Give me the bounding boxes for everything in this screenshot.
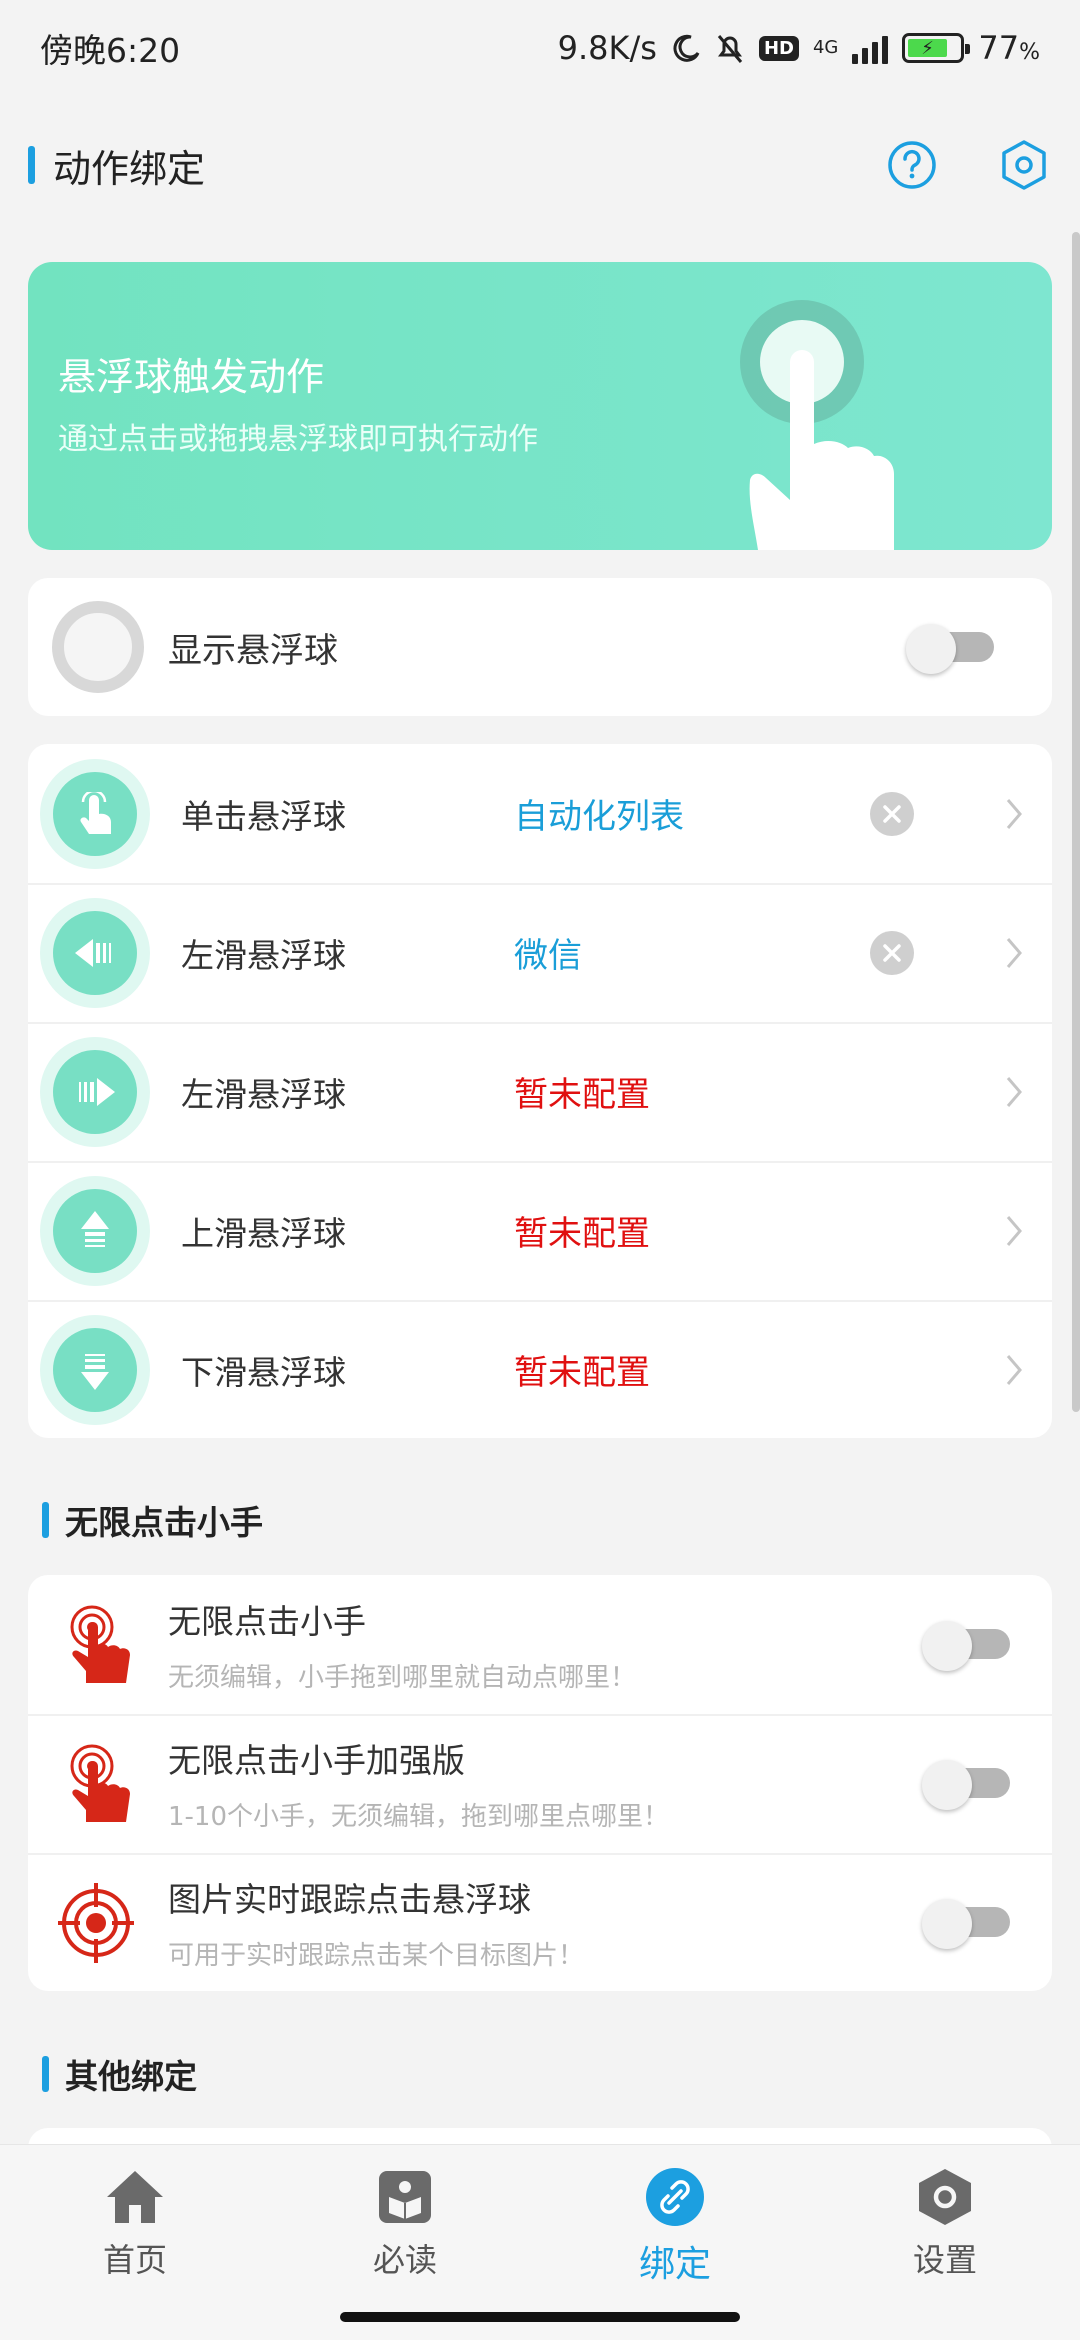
clicker-desc: 无须编辑，小手拖到哪里就自动点哪里！ bbox=[168, 1663, 637, 1693]
moon-icon bbox=[673, 34, 700, 62]
action-row-tap[interactable]: 单击悬浮球 自动化列表 bbox=[28, 744, 1052, 883]
action-value: 微信 bbox=[514, 936, 582, 976]
clicker-toggle[interactable] bbox=[922, 1621, 1012, 1671]
nav-item-settings[interactable]: 设置 bbox=[845, 2167, 1045, 2281]
action-row-swipe-down[interactable]: 下滑悬浮球 暂未配置 bbox=[28, 1300, 1052, 1439]
show-floating-ball-label: 显示悬浮球 bbox=[168, 630, 338, 671]
battery-icon: ⚡ bbox=[902, 33, 971, 63]
nav-item-home[interactable]: 首页 bbox=[35, 2167, 235, 2281]
home-indicator[interactable] bbox=[340, 2312, 740, 2322]
section-title-clicker: 无限点击小手 bbox=[42, 1500, 263, 1542]
floating-ball-icon bbox=[52, 601, 144, 693]
tap-icon bbox=[40, 758, 150, 869]
nav-label: 首页 bbox=[102, 2241, 167, 2279]
action-label: 单击悬浮球 bbox=[181, 796, 346, 836]
floating-ball-banner: 悬浮球触发动作 通过点击或拖拽悬浮球即可执行动作 bbox=[28, 262, 1052, 550]
status-bar: 傍晚6:20 9.8K/s HD 4G ⚡ 77% bbox=[0, 0, 1080, 96]
scrollbar[interactable] bbox=[1072, 232, 1080, 1412]
clicker-plus-toggle[interactable] bbox=[922, 1760, 1012, 1810]
hexagon-gear-icon bbox=[1002, 140, 1046, 190]
book-icon bbox=[379, 2171, 431, 2223]
clicker-title: 图片实时跟踪点击悬浮球 bbox=[168, 1880, 531, 1919]
section-title-other: 其他绑定 bbox=[42, 2054, 197, 2096]
page-title: 动作绑定 bbox=[53, 146, 206, 191]
swipe-left-icon bbox=[40, 897, 150, 1008]
close-icon bbox=[883, 804, 901, 823]
home-icon bbox=[107, 2171, 163, 2223]
clicker-hand-icon bbox=[70, 1744, 130, 1822]
action-row-swipe-up[interactable]: 上滑悬浮球 暂未配置 bbox=[28, 1161, 1052, 1300]
action-label: 左滑悬浮球 bbox=[181, 935, 346, 975]
close-icon bbox=[883, 943, 901, 962]
title-accent-bar bbox=[28, 146, 35, 184]
clicker-plus-row[interactable]: 无限点击小手加强版 1-10个小手，无须编辑，拖到哪里点哪里！ bbox=[28, 1714, 1052, 1853]
net-speed: 9.8K/s bbox=[557, 29, 657, 67]
banner-title: 悬浮球触发动作 bbox=[58, 355, 325, 399]
action-value: 自动化列表 bbox=[514, 797, 684, 837]
nav-item-bind[interactable]: 绑定 bbox=[575, 2167, 775, 2287]
bottom-navigation: 首页 必读 绑定 设置 bbox=[0, 2144, 1080, 2340]
target-icon bbox=[58, 1883, 134, 1963]
network-type: 4G bbox=[812, 37, 839, 58]
action-value: 暂未配置 bbox=[514, 1353, 650, 1393]
image-tracking-toggle[interactable] bbox=[922, 1899, 1012, 1949]
battery-percent: 77% bbox=[978, 29, 1040, 67]
clicker-desc: 1-10个小手，无须编辑，拖到哪里点哪里！ bbox=[168, 1802, 670, 1832]
clear-binding-button[interactable] bbox=[870, 791, 914, 836]
status-time: 傍晚6:20 bbox=[40, 31, 181, 70]
banner-subtitle: 通过点击或拖拽悬浮球即可执行动作 bbox=[58, 422, 538, 457]
show-floating-ball-toggle[interactable] bbox=[906, 624, 996, 674]
signal-icon bbox=[852, 32, 889, 64]
page-header: 动作绑定 bbox=[28, 130, 1052, 200]
help-button[interactable] bbox=[884, 137, 940, 193]
action-bindings-card: 单击悬浮球 自动化列表 左滑悬浮球 微信 左滑悬浮球 暂未配置 上滑悬浮球 暂未… bbox=[28, 744, 1052, 1438]
action-label: 左滑悬浮球 bbox=[181, 1074, 346, 1114]
swipe-down-icon bbox=[40, 1314, 150, 1425]
hd-badge: HD bbox=[758, 35, 799, 61]
nav-label: 绑定 bbox=[638, 2244, 711, 2285]
action-value: 暂未配置 bbox=[514, 1075, 650, 1115]
finger-tap-icon bbox=[740, 300, 894, 550]
chevron-right-icon bbox=[1006, 1076, 1022, 1107]
clear-binding-button[interactable] bbox=[870, 930, 914, 975]
clicker-desc: 可用于实时跟踪点击某个目标图片！ bbox=[168, 1941, 585, 1971]
mute-bell-icon bbox=[717, 35, 743, 63]
swipe-right-icon bbox=[40, 1036, 150, 1147]
hexagon-gear-icon bbox=[919, 2169, 971, 2225]
show-floating-ball-card: 显示悬浮球 bbox=[28, 578, 1052, 716]
action-row-swipe-left[interactable]: 左滑悬浮球 微信 bbox=[28, 883, 1052, 1022]
charging-bolt-icon: ⚡ bbox=[921, 37, 934, 59]
swipe-up-icon bbox=[40, 1175, 150, 1286]
clicker-title: 无限点击小手加强版 bbox=[168, 1741, 465, 1780]
chevron-right-icon bbox=[1006, 798, 1022, 829]
chevron-right-icon bbox=[1006, 937, 1022, 968]
clicker-card: 无限点击小手 无须编辑，小手拖到哪里就自动点哪里！ 无限点击小手加强版 1-10… bbox=[28, 1575, 1052, 1991]
action-label: 下滑悬浮球 bbox=[181, 1352, 346, 1392]
clicker-hand-icon bbox=[70, 1605, 130, 1683]
action-row-swipe-right[interactable]: 左滑悬浮球 暂未配置 bbox=[28, 1022, 1052, 1161]
status-indicators: 9.8K/s HD 4G ⚡ 77% bbox=[558, 29, 1040, 67]
action-label: 上滑悬浮球 bbox=[181, 1213, 346, 1253]
help-circle-icon bbox=[888, 141, 936, 189]
image-tracking-row[interactable]: 图片实时跟踪点击悬浮球 可用于实时跟踪点击某个目标图片！ bbox=[28, 1853, 1052, 1992]
nav-label: 必读 bbox=[372, 2241, 437, 2279]
chevron-right-icon bbox=[1006, 1354, 1022, 1385]
clicker-row[interactable]: 无限点击小手 无须编辑，小手拖到哪里就自动点哪里！ bbox=[28, 1575, 1052, 1714]
settings-button[interactable] bbox=[996, 137, 1052, 193]
chevron-right-icon bbox=[1006, 1215, 1022, 1246]
action-value: 暂未配置 bbox=[514, 1214, 650, 1254]
link-icon bbox=[646, 2168, 704, 2226]
nav-item-must-read[interactable]: 必读 bbox=[305, 2167, 505, 2281]
nav-label: 设置 bbox=[912, 2241, 977, 2279]
clicker-title: 无限点击小手 bbox=[168, 1602, 366, 1641]
